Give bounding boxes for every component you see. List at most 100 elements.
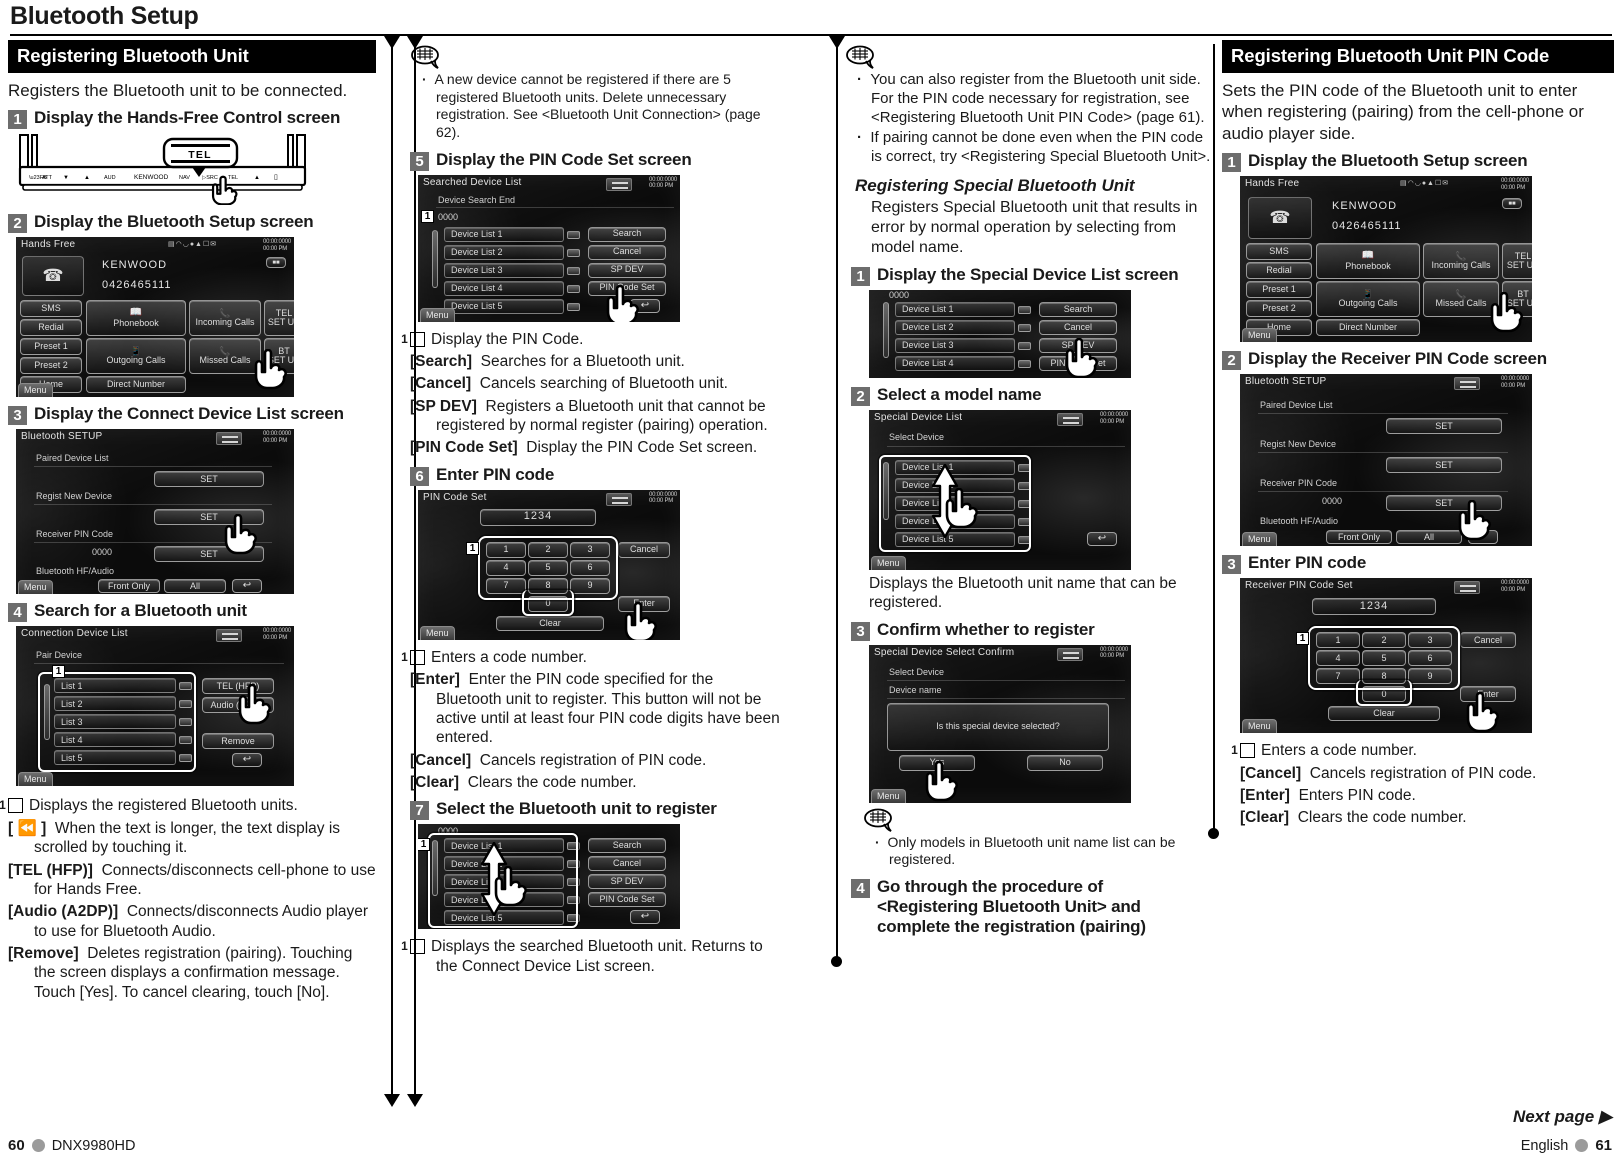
button-redial[interactable]: Redial <box>1246 262 1312 280</box>
menu-button[interactable]: Menu <box>18 383 53 398</box>
pin-code-value: 0000 <box>438 211 459 222</box>
button-outgoing-calls[interactable]: 📱 Outgoing Calls <box>1316 281 1420 318</box>
button-missed-calls[interactable]: 📞 Missed Calls <box>1423 281 1499 318</box>
scroll-text-icon[interactable] <box>1018 305 1031 314</box>
menu-button[interactable]: Menu <box>1242 719 1277 734</box>
button-front-only[interactable]: Front Only <box>1326 530 1392 545</box>
lcd-clock: 00:00:0000 00:00 PM <box>262 628 291 642</box>
list-item[interactable]: Device List 1 <box>444 226 564 242</box>
list-item[interactable]: Device List 4 <box>895 355 1015 371</box>
button-cancel[interactable]: Cancel <box>588 856 666 872</box>
button-preset-2[interactable]: Preset 2 <box>20 357 82 375</box>
button-cancel[interactable]: Cancel <box>618 541 670 558</box>
button-search[interactable]: Search <box>588 226 666 242</box>
phone-icon-tile[interactable]: ☎ <box>22 256 84 297</box>
subtitle-select-device: Select Device <box>889 431 945 442</box>
updown-icon[interactable] <box>606 492 632 506</box>
back-icon[interactable]: ↩ <box>232 579 262 594</box>
item-desc: Deletes registration (pairing). Touching… <box>34 945 353 1001</box>
updown-icon[interactable] <box>1057 647 1083 661</box>
list-item[interactable]: Device List 4 <box>444 280 564 296</box>
button-set-paired-device[interactable]: SET <box>1386 418 1502 435</box>
menu-button[interactable]: Menu <box>1242 532 1277 547</box>
scroll-text-icon[interactable] <box>567 230 580 239</box>
button-all[interactable]: All <box>1396 530 1462 545</box>
menu-button[interactable]: Menu <box>18 580 53 595</box>
status-icons: ▤◠◡●▲☐✉ <box>1400 180 1450 188</box>
faceplate-illustration: TEL \u23FB ATT ▼ ▲ AUD KENWOOD NAV ▷SRC … <box>16 133 316 206</box>
step-1: 1 Display the Hands-Free Control screen <box>8 108 376 130</box>
button-phonebook[interactable]: 📖 Phonebook <box>86 300 186 337</box>
scroll-text-icon[interactable] <box>567 302 580 311</box>
list-item[interactable]: Device List 1 <box>895 301 1015 317</box>
back-icon[interactable]: ↩ <box>630 910 660 925</box>
menu-button[interactable]: Menu <box>18 772 53 787</box>
button-outgoing-calls[interactable]: 📱 Outgoing Calls <box>86 338 186 375</box>
button-all[interactable]: All <box>164 579 226 594</box>
list-item[interactable]: Device List 2 <box>895 319 1015 335</box>
callout-highlight-box <box>38 672 196 773</box>
scrollbar-thumb[interactable] <box>883 301 889 358</box>
scroll-text-icon[interactable] <box>567 284 580 293</box>
button-preset-1[interactable]: Preset 1 <box>20 338 82 356</box>
scroll-text-icon[interactable] <box>1018 359 1031 368</box>
button-clear[interactable]: Clear <box>1328 706 1440 722</box>
menu-button[interactable]: Menu <box>871 555 906 570</box>
button-tel-setup[interactable]: TEL SET UP <box>1502 243 1532 280</box>
button-sp-dev[interactable]: SP DEV <box>588 262 666 278</box>
button-set-paired-device[interactable]: SET <box>154 471 264 488</box>
scroll-text-icon[interactable] <box>1018 341 1031 350</box>
scroll-text-icon[interactable] <box>567 248 580 257</box>
menu-button[interactable]: Menu <box>871 788 906 803</box>
button-search[interactable]: Search <box>1039 301 1117 317</box>
scroll-text-icon[interactable] <box>567 266 580 275</box>
button-tel-setup[interactable]: TEL SET UP <box>264 300 294 337</box>
updown-icon[interactable] <box>1454 581 1480 595</box>
updown-icon[interactable] <box>606 177 632 191</box>
button-search[interactable]: Search <box>588 838 666 854</box>
button-phonebook[interactable]: 📖 Phonebook <box>1316 243 1420 280</box>
updown-icon[interactable] <box>216 432 242 446</box>
item-desc: Display the PIN Code Set screen. <box>526 439 758 457</box>
step-4: 4 Search for a Bluetooth unit <box>8 601 376 623</box>
button-no[interactable]: No <box>1027 754 1103 771</box>
button-clear[interactable]: Clear <box>496 615 604 631</box>
button-redial[interactable]: Redial <box>20 319 82 337</box>
menu-button[interactable]: Menu <box>420 625 455 640</box>
list-item: 1 Enters a code number. <box>1231 741 1614 760</box>
list-item[interactable]: Device List 3 <box>895 337 1015 353</box>
button-sms[interactable]: SMS <box>20 300 82 318</box>
list-item[interactable]: Device List 5 <box>444 298 564 314</box>
button-pin-code-set[interactable]: PIN Code Set <box>588 892 666 908</box>
updown-icon[interactable] <box>216 629 242 643</box>
list-item[interactable]: Device List 3 <box>444 262 564 278</box>
phone-icon-tile[interactable]: ☎ <box>1248 197 1312 240</box>
button-cancel[interactable]: Cancel <box>1460 632 1516 649</box>
button-set-regist-new-device[interactable]: SET <box>1386 457 1502 474</box>
button-incoming-calls[interactable]: 📞 Incoming Calls <box>189 300 261 337</box>
battery-indicator: ■■ <box>1502 198 1522 210</box>
button-preset-1[interactable]: Preset 1 <box>1246 281 1312 299</box>
button-missed-calls[interactable]: 📞 Missed Calls <box>189 338 261 375</box>
updown-icon[interactable] <box>1454 377 1480 391</box>
back-icon[interactable]: ↩ <box>232 753 262 768</box>
list-item[interactable]: Device List 2 <box>444 244 564 260</box>
menu-button[interactable]: Menu <box>420 307 455 322</box>
button-preset-2[interactable]: Preset 2 <box>1246 300 1312 318</box>
button-direct-number[interactable]: Direct Number <box>86 376 186 394</box>
item-desc: Searches for a Bluetooth unit. <box>480 352 685 370</box>
button-front-only[interactable]: Front Only <box>98 579 160 594</box>
hand-cursor-icon <box>494 866 527 907</box>
button-sms[interactable]: SMS <box>1246 243 1312 261</box>
button-sp-dev[interactable]: SP DEV <box>588 874 666 890</box>
button-remove[interactable]: Remove <box>202 733 274 750</box>
button-incoming-calls[interactable]: 📞 Incoming Calls <box>1423 243 1499 280</box>
button-cancel[interactable]: Cancel <box>1039 319 1117 335</box>
back-icon[interactable]: ↩ <box>1087 531 1117 546</box>
updown-icon[interactable] <box>1057 412 1083 426</box>
menu-button[interactable]: Menu <box>1242 328 1277 343</box>
scroll-text-icon[interactable] <box>1018 323 1031 332</box>
scrollbar-thumb[interactable] <box>432 229 438 288</box>
button-direct-number[interactable]: Direct Number <box>1316 319 1420 337</box>
button-cancel[interactable]: Cancel <box>588 244 666 260</box>
